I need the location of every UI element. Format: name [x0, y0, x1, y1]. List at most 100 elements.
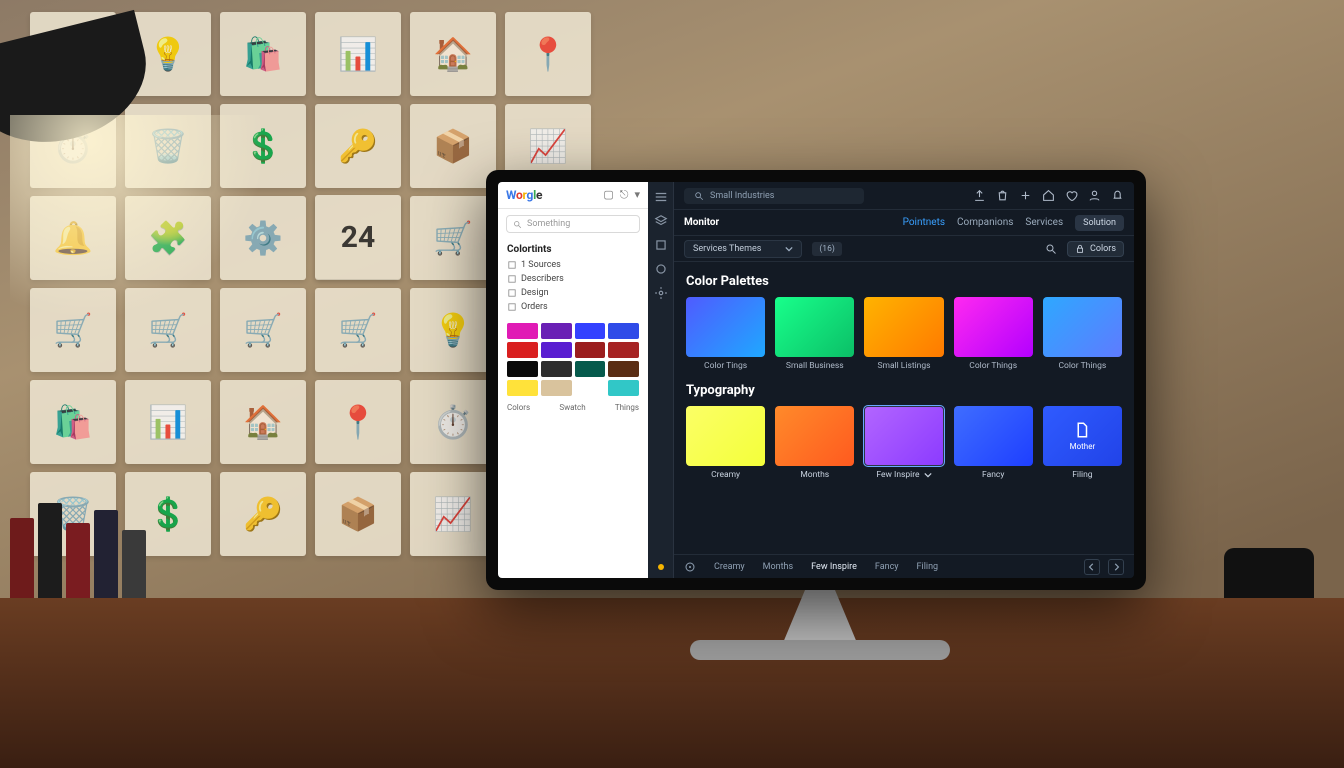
- light-side-app: Worgle ▢ ⎋ ▾ Something Colortints 1 Sour…: [498, 182, 648, 578]
- section-typography: Typography: [686, 383, 1122, 398]
- heart-icon[interactable]: [1065, 189, 1078, 202]
- mini-swatch-grid: [498, 320, 648, 403]
- footer-item[interactable]: Fancy: [875, 562, 899, 572]
- select-label: Services Themes: [693, 244, 761, 254]
- profile-icon[interactable]: [1088, 189, 1101, 202]
- bag-icon[interactable]: [996, 189, 1009, 202]
- monitor-frame: Worgle ▢ ⎋ ▾ Something Colortints 1 Sour…: [486, 170, 1146, 590]
- mini-swatch[interactable]: [507, 342, 538, 358]
- mini-swatch[interactable]: [541, 323, 572, 339]
- typography-row: Creamy Months Few Inspire Fancy MotherFiling: [686, 406, 1122, 480]
- typography-card[interactable]: Few Inspire: [864, 406, 943, 480]
- typography-card[interactable]: Creamy: [686, 406, 765, 480]
- theme-select[interactable]: Services Themes: [684, 240, 802, 258]
- tab-pointnets[interactable]: Pointnets: [903, 217, 945, 228]
- menu-icon[interactable]: [654, 190, 668, 204]
- side-list-item[interactable]: 1 Sources: [505, 258, 641, 272]
- bell-icon[interactable]: ▢: [603, 188, 613, 202]
- side-list-item[interactable]: Design: [505, 286, 641, 300]
- wall-card: 💲: [220, 104, 306, 188]
- typography-label: Months: [800, 470, 829, 480]
- wall-card: 📍: [315, 380, 401, 464]
- wall-card: 🏠: [410, 12, 496, 96]
- side-list-item[interactable]: Describers: [505, 272, 641, 286]
- upload-icon[interactable]: [973, 189, 986, 202]
- colors-button[interactable]: Colors: [1067, 241, 1124, 257]
- tab-group: Pointnets Companions Services Solution: [903, 215, 1124, 231]
- wall-card: 📈: [410, 472, 496, 556]
- palette-card[interactable]: Color Tings: [686, 297, 765, 371]
- content-scroll[interactable]: Color Palettes Color Tings Small Business…: [674, 262, 1134, 554]
- target-icon[interactable]: [684, 561, 696, 573]
- mini-swatch[interactable]: [541, 380, 572, 396]
- palette-label: Small Business: [786, 361, 844, 371]
- typography-label: Few Inspire: [876, 470, 931, 480]
- plus-icon[interactable]: [1019, 189, 1032, 202]
- solution-button[interactable]: Solution: [1075, 215, 1124, 231]
- palette-thumb: [775, 297, 854, 357]
- typography-card[interactable]: MotherFiling: [1043, 406, 1122, 480]
- typography-label: Creamy: [711, 470, 740, 480]
- pager-next[interactable]: [1108, 559, 1124, 575]
- mini-swatch[interactable]: [608, 323, 639, 339]
- global-search[interactable]: Small Industries: [684, 188, 864, 204]
- palette-card[interactable]: Color Things: [954, 297, 1033, 371]
- palette-label: Color Tings: [704, 361, 747, 371]
- pager-prev[interactable]: [1084, 559, 1100, 575]
- mini-swatch-captions: Colors Swatch Things: [498, 403, 648, 420]
- mini-swatch[interactable]: [608, 380, 639, 396]
- palette-thumb: [686, 297, 765, 357]
- notification-icon[interactable]: [1111, 189, 1124, 202]
- palette-card[interactable]: Color Things: [1043, 297, 1122, 371]
- footer-item[interactable]: Filing: [917, 562, 939, 572]
- search-icon: [513, 220, 522, 229]
- object-icon[interactable]: [654, 238, 668, 252]
- components-icon[interactable]: [654, 262, 668, 276]
- mini-swatch[interactable]: [575, 361, 606, 377]
- side-list-item[interactable]: Orders: [505, 300, 641, 314]
- wall-card: 🛍️: [220, 12, 306, 96]
- wall-card: 🏠: [220, 380, 306, 464]
- settings-icon[interactable]: [654, 286, 668, 300]
- typography-label: Fancy: [982, 470, 1004, 480]
- count-chip: (16): [812, 242, 841, 256]
- typography-card[interactable]: Fancy: [954, 406, 1033, 480]
- wall-card: 📦: [315, 472, 401, 556]
- mini-swatch[interactable]: [541, 361, 572, 377]
- footer-item[interactable]: Creamy: [714, 562, 745, 572]
- chevron-down-icon: [924, 471, 932, 479]
- mini-swatch[interactable]: [575, 342, 606, 358]
- side-section-title: Colortints: [498, 239, 648, 258]
- footer-item[interactable]: Months: [763, 562, 794, 572]
- layers-icon[interactable]: [654, 214, 668, 228]
- palette-card[interactable]: Small Business: [775, 297, 854, 371]
- mini-swatch[interactable]: [541, 342, 572, 358]
- tab-companions[interactable]: Companions: [957, 217, 1013, 228]
- search-icon[interactable]: [1045, 243, 1057, 255]
- section-color-palettes: Color Palettes: [686, 274, 1122, 289]
- palette-card[interactable]: Small Listings: [864, 297, 943, 371]
- home-icon[interactable]: [1042, 189, 1055, 202]
- mini-swatch[interactable]: [507, 361, 538, 377]
- wall-card: 🛒: [315, 288, 401, 372]
- typography-card[interactable]: Months: [775, 406, 854, 480]
- footer-bar: Creamy Months Few Inspire Fancy Filing: [674, 554, 1134, 578]
- wall-card: ⚙️: [220, 196, 306, 280]
- wall-card: 🛒: [30, 288, 116, 372]
- wall-card: 🔑: [315, 104, 401, 188]
- user-icon[interactable]: ⎋: [620, 188, 629, 202]
- wall-card: ⏱️: [410, 380, 496, 464]
- footer-item[interactable]: Few Inspire: [811, 562, 857, 572]
- topbar-actions: [996, 189, 1124, 202]
- tab-services[interactable]: Services: [1025, 217, 1063, 228]
- palette-label: Small Listings: [877, 361, 930, 371]
- side-search-input[interactable]: Something: [506, 215, 640, 233]
- mini-swatch[interactable]: [608, 361, 639, 377]
- chevron-down-icon[interactable]: ▾: [634, 188, 640, 202]
- mini-swatch[interactable]: [608, 342, 639, 358]
- mini-swatch[interactable]: [507, 323, 538, 339]
- mini-swatch[interactable]: [507, 380, 538, 396]
- chevron-left-icon: [1088, 563, 1096, 571]
- mini-swatch[interactable]: [575, 380, 606, 396]
- mini-swatch[interactable]: [575, 323, 606, 339]
